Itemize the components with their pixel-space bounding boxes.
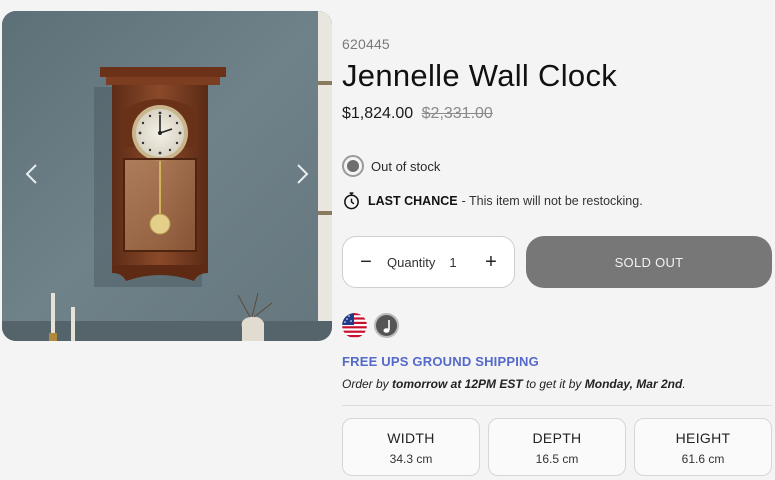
stock-indicator-icon <box>342 155 364 177</box>
dimension-label: DEPTH <box>532 430 582 446</box>
shipping-cutoff-time: tomorrow at 12PM EST <box>392 377 523 391</box>
stock-status: Out of stock <box>342 155 440 177</box>
dimension-value: 34.3 cm <box>389 452 433 466</box>
dimension-card-height: HEIGHT 61.6 cm <box>634 418 772 476</box>
gallery-prev-button[interactable] <box>18 161 44 187</box>
dimension-value: 61.6 cm <box>681 452 725 466</box>
quantity-decrease-button[interactable]: − <box>351 247 381 277</box>
feature-badges <box>342 313 399 338</box>
dimension-card-depth: DEPTH 16.5 cm <box>488 418 626 476</box>
shipping-estimate-suffix: . <box>682 377 686 391</box>
dimension-value: 16.5 cm <box>535 452 579 466</box>
last-chance-title: LAST CHANCE <box>368 193 458 208</box>
shipping-estimate-middle: to get it by <box>522 377 585 391</box>
music-note-icon <box>374 313 399 338</box>
dimensions-list: WIDTH 34.3 cm DEPTH 16.5 cm HEIGHT 61.6 … <box>342 418 772 476</box>
stopwatch-icon <box>344 192 359 210</box>
product-image-gallery <box>2 11 332 341</box>
price-row: $1,824.00 $2,331.00 <box>342 105 493 123</box>
shipping-estimate-prefix: Order by <box>342 377 393 391</box>
last-chance-message: - This item will not be restocking. <box>461 193 643 208</box>
shipping-title: FREE UPS GROUND SHIPPING <box>342 354 539 369</box>
quantity-input[interactable]: 1 <box>449 255 473 270</box>
sold-out-button[interactable]: SOLD OUT <box>526 236 772 288</box>
quantity-stepper: − Quantity 1 + <box>342 236 515 288</box>
chevron-left-icon <box>25 164 37 184</box>
gallery-next-button[interactable] <box>290 161 316 187</box>
current-price: $1,824.00 <box>342 105 414 122</box>
compare-price: $2,331.00 <box>421 105 493 122</box>
product-sku: 620445 <box>342 36 390 52</box>
product-title: Jennelle Wall Clock <box>342 58 618 93</box>
quantity-increase-button[interactable]: + <box>476 247 506 277</box>
divider <box>342 405 772 406</box>
chevron-right-icon <box>297 164 309 184</box>
usa-flag-icon <box>342 313 367 338</box>
last-chance-notice: LAST CHANCE - This item will not be rest… <box>342 191 643 210</box>
dimension-label: HEIGHT <box>675 430 731 446</box>
quantity-label: Quantity <box>387 254 436 270</box>
dimension-card-width: WIDTH 34.3 cm <box>342 418 480 476</box>
dimension-label: WIDTH <box>387 430 435 446</box>
shipping-estimate: Order by tomorrow at 12PM EST to get it … <box>342 377 686 391</box>
shipping-delivery-date: Monday, Mar 2nd <box>584 377 683 391</box>
stock-status-text: Out of stock <box>371 158 441 174</box>
product-photo <box>2 11 332 341</box>
